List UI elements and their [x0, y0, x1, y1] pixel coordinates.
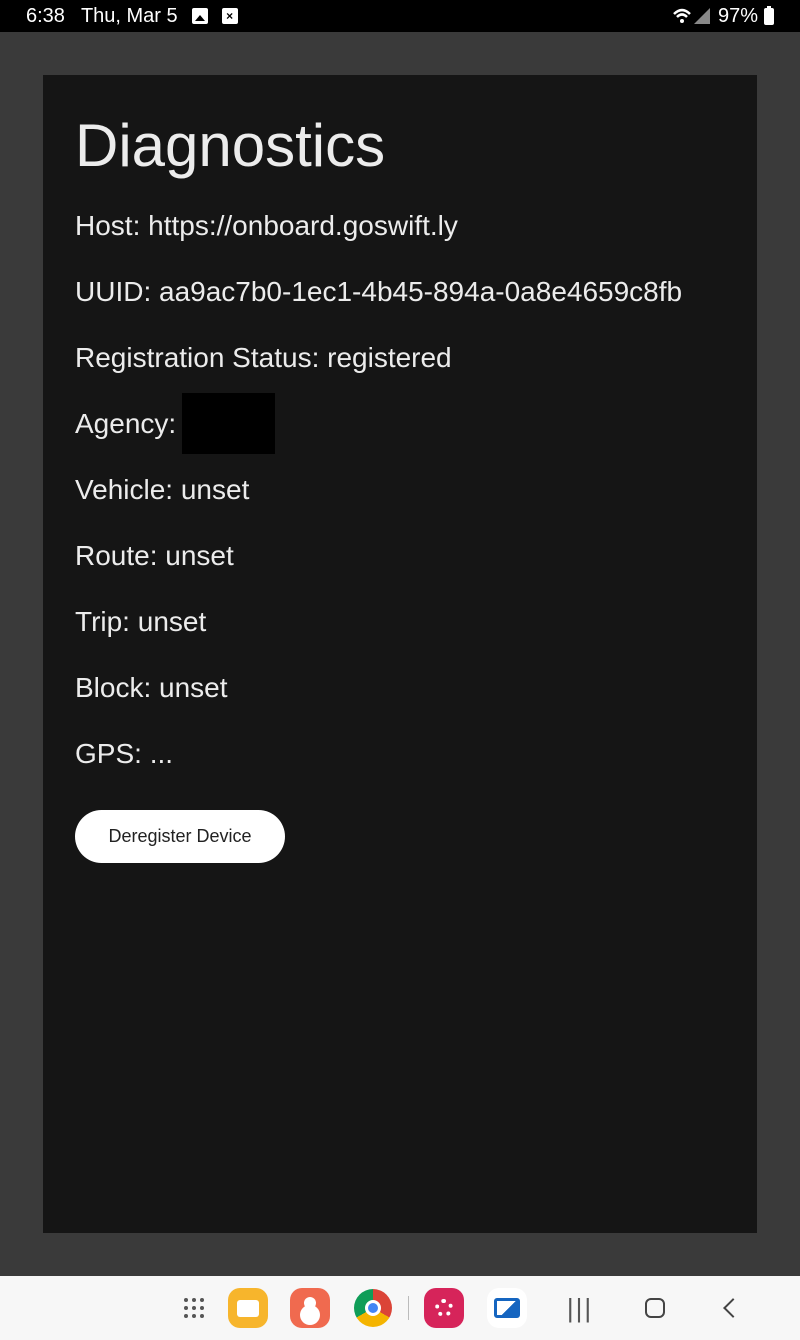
- gps-row: GPS: ...: [75, 738, 174, 769]
- status-left: 6:38 Thu, Mar 5 ×: [26, 5, 238, 28]
- page-title: Diagnostics: [75, 112, 386, 179]
- wifi-signal-icon: [673, 8, 710, 24]
- cast-icon[interactable]: [487, 1288, 527, 1328]
- navigation-bar: |||: [0, 1276, 800, 1340]
- flower-app-icon[interactable]: [424, 1288, 464, 1328]
- deregister-device-button[interactable]: Deregister Device: [75, 810, 285, 863]
- agency-row: Agency:: [75, 393, 276, 454]
- contacts-icon[interactable]: [290, 1288, 330, 1328]
- host-row: Host: https://onboard.goswift.ly: [75, 210, 458, 241]
- home-icon[interactable]: [635, 1288, 675, 1328]
- status-bar: 6:38 Thu, Mar 5 × 97%: [0, 0, 800, 32]
- taskbar-divider: [408, 1296, 409, 1320]
- chrome-icon[interactable]: [353, 1288, 393, 1328]
- registration-status-row: Registration Status: registered: [75, 342, 452, 373]
- recents-icon[interactable]: |||: [560, 1288, 600, 1328]
- apps-grid-icon[interactable]: [174, 1288, 214, 1328]
- trip-row: Trip: unset: [75, 606, 207, 637]
- vehicle-row: Vehicle: unset: [75, 474, 250, 505]
- status-right: 97%: [672, 5, 774, 28]
- uuid-row: UUID: aa9ac7b0-1ec1-4b45-894a-0a8e4659c8…: [75, 276, 683, 307]
- route-row: Route: unset: [75, 540, 234, 571]
- diagnostics-panel: Diagnostics Host: https://onboard.goswif…: [43, 75, 757, 1233]
- back-icon[interactable]: [710, 1288, 750, 1328]
- battery-icon: [764, 5, 774, 25]
- agency-label: Agency:: [75, 407, 177, 439]
- gallery-notification-icon: [191, 8, 208, 24]
- status-date: Thu, Mar 5: [80, 4, 178, 27]
- block-row: Block: unset: [75, 672, 228, 703]
- status-time: 6:38: [26, 4, 65, 27]
- redacted-agency-value: [182, 393, 276, 454]
- close-notification-icon: ×: [221, 8, 238, 24]
- my-files-icon[interactable]: [228, 1288, 268, 1328]
- battery-percent: 97%: [717, 4, 758, 27]
